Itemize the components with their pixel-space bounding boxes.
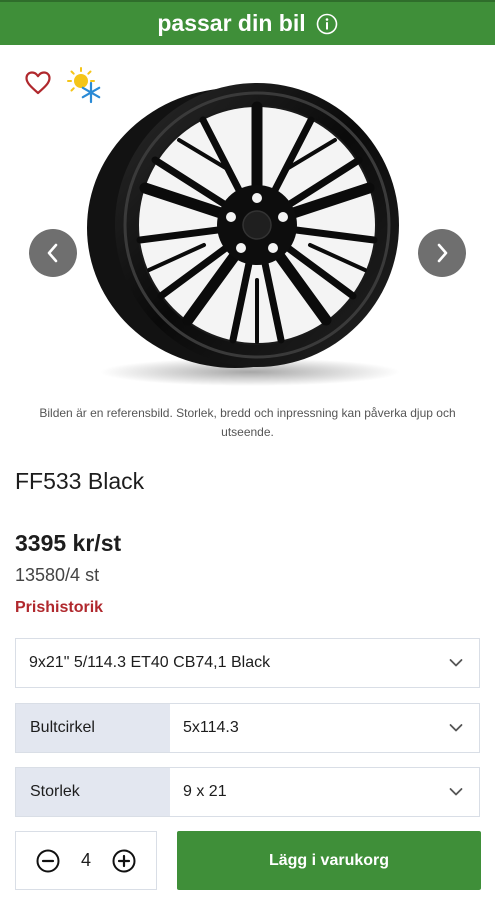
add-to-cart-button[interactable]: Lägg i varukorg [177, 831, 481, 890]
plus-circle-icon[interactable] [112, 849, 136, 873]
quantity-stepper[interactable]: 4 [15, 831, 157, 890]
variant-select[interactable]: 9x21" 5/114.3 ET40 CB74,1 Black [15, 638, 480, 688]
minus-circle-icon[interactable] [36, 849, 60, 873]
price-per-unit: 3395 kr/st [15, 530, 122, 556]
product-title: FF533 Black [15, 468, 145, 494]
favorite-heart-icon[interactable] [24, 70, 52, 101]
info-circle-icon[interactable] [316, 13, 338, 35]
size-select[interactable]: Storlek 9 x 21 [15, 767, 480, 817]
price-history-link[interactable]: Prishistorik [15, 599, 103, 617]
variant-select-value: 9x21" 5/114.3 ET40 CB74,1 Black [29, 654, 271, 671]
quantity-value[interactable]: 4 [81, 850, 91, 871]
product-image-wheel[interactable] [85, 80, 410, 395]
chevron-left-icon [47, 243, 58, 263]
bolt-circle-select[interactable]: Bultcirkel 5x114.3 [15, 703, 480, 753]
chevron-down-icon [449, 788, 463, 797]
fitment-banner-title: passar din bil [157, 10, 306, 36]
fitment-banner[interactable]: passar din bil [0, 0, 495, 45]
chevron-down-icon [449, 724, 463, 733]
bolt-circle-label: Bultcirkel [16, 704, 170, 752]
chevron-right-icon [437, 243, 448, 263]
bolt-circle-value: 5x114.3 [183, 719, 239, 736]
gallery-next-button[interactable] [418, 229, 466, 277]
size-value: 9 x 21 [183, 783, 227, 800]
gallery-prev-button[interactable] [29, 229, 77, 277]
chevron-down-icon [449, 659, 463, 668]
size-label: Storlek [16, 768, 170, 816]
price-total: 13580/4 st [15, 565, 100, 585]
image-disclaimer: Bilden är en referensbild. Storlek, bred… [39, 406, 456, 439]
